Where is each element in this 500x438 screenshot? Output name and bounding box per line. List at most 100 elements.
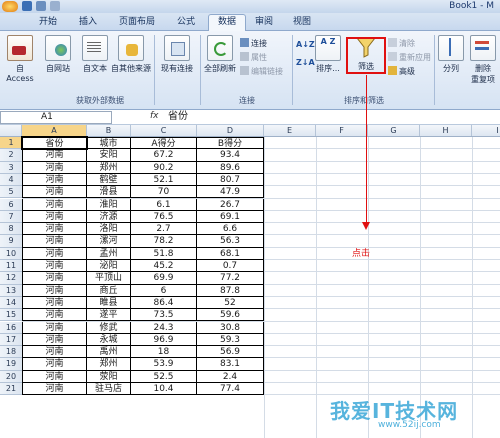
worksheet-grid[interactable]: A B C D E F G H I 1 2 3 4 5 6 7 8 9 10 11 12 13 14 15 1… xyxy=(0,125,500,438)
table-cell[interactable]: 河南 xyxy=(22,247,87,260)
table-cell[interactable]: 47.9 xyxy=(197,186,264,199)
table-cell[interactable]: 45.2 xyxy=(131,260,197,273)
row-header[interactable]: 9 xyxy=(0,235,22,248)
table-cell[interactable]: 51.8 xyxy=(131,247,197,260)
table-cell[interactable]: 69.9 xyxy=(131,272,197,285)
name-box[interactable]: A1 xyxy=(0,111,112,124)
column-header-h[interactable]: H xyxy=(420,125,472,136)
text-to-columns-button[interactable]: 分列 xyxy=(436,35,466,74)
table-cell[interactable]: 淮阳 xyxy=(87,198,131,211)
select-all-corner[interactable] xyxy=(0,125,22,136)
column-header-f[interactable]: F xyxy=(316,125,368,136)
advanced-filter-button[interactable]: 高级 xyxy=(388,66,415,78)
row-header[interactable]: 17 xyxy=(0,333,22,347)
table-cell[interactable]: 26.7 xyxy=(197,198,264,211)
table-cell[interactable]: 80.7 xyxy=(197,173,264,187)
table-cell[interactable]: 83.1 xyxy=(197,358,264,371)
column-header-i[interactable]: I xyxy=(472,125,500,136)
tab-review[interactable]: 审阅 xyxy=(246,15,282,29)
header-cell[interactable]: A得分 xyxy=(131,137,197,150)
table-cell[interactable]: 河南 xyxy=(22,284,87,297)
table-cell[interactable]: 2.4 xyxy=(197,370,264,383)
tab-view[interactable]: 视图 xyxy=(284,15,320,29)
table-cell[interactable]: 滑县 xyxy=(87,186,131,199)
column-header-c[interactable]: C xyxy=(131,125,197,136)
row-header[interactable]: 15 xyxy=(0,309,22,322)
table-cell[interactable]: 漯河 xyxy=(87,235,131,248)
table-cell[interactable]: 52.5 xyxy=(131,370,197,383)
reapply-button[interactable]: 重新应用 xyxy=(388,52,431,64)
column-header-b[interactable]: B xyxy=(87,125,131,136)
tab-home[interactable]: 开始 xyxy=(28,15,68,29)
tab-data[interactable]: 数据 xyxy=(208,14,246,31)
table-cell[interactable]: 孟州 xyxy=(87,247,131,260)
edit-links-button[interactable]: 编辑链接 xyxy=(240,66,283,78)
table-cell[interactable]: 河南 xyxy=(22,235,87,248)
row-header[interactable]: 7 xyxy=(0,210,22,224)
table-cell[interactable]: 73.5 xyxy=(131,309,197,322)
table-cell[interactable]: 河南 xyxy=(22,321,87,334)
table-cell[interactable]: 河南 xyxy=(22,161,87,174)
table-cell[interactable]: 修武 xyxy=(87,321,131,334)
table-cell[interactable]: 2.7 xyxy=(131,223,197,236)
from-web-button[interactable]: 自网站 xyxy=(40,35,76,74)
remove-duplicates-button[interactable]: 删除 重复项 xyxy=(466,35,500,85)
table-cell[interactable]: 郑州 xyxy=(87,358,131,371)
column-header-e[interactable]: E xyxy=(264,125,316,136)
table-cell[interactable]: 河南 xyxy=(22,260,87,273)
table-cell[interactable]: 河南 xyxy=(22,333,87,347)
fx-icon[interactable]: fx xyxy=(150,111,159,121)
table-cell[interactable]: 郑州 xyxy=(87,161,131,174)
refresh-all-button[interactable]: 全部刷新 xyxy=(202,35,238,74)
row-header[interactable]: 19 xyxy=(0,358,22,371)
table-cell[interactable]: 驻马店 xyxy=(87,383,131,396)
table-cell[interactable]: 52 xyxy=(197,296,264,310)
properties-button[interactable]: 属性 xyxy=(240,52,267,64)
connections-button[interactable]: 连接 xyxy=(240,38,267,50)
row-header[interactable]: 10 xyxy=(0,247,22,260)
sort-button[interactable]: A Z 排序... xyxy=(314,35,342,74)
tab-formulas[interactable]: 公式 xyxy=(166,15,206,29)
table-cell[interactable]: 30.8 xyxy=(197,321,264,334)
table-cell[interactable]: 济源 xyxy=(87,210,131,224)
row-header[interactable]: 1 xyxy=(0,137,22,150)
table-cell[interactable]: 河南 xyxy=(22,223,87,236)
table-cell[interactable]: 河南 xyxy=(22,198,87,211)
table-cell[interactable]: 河南 xyxy=(22,173,87,187)
table-cell[interactable]: 商丘 xyxy=(87,284,131,297)
table-cell[interactable]: 鹤壁 xyxy=(87,173,131,187)
clear-button[interactable]: 清除 xyxy=(388,38,415,50)
formula-input[interactable]: 省份 xyxy=(168,110,188,124)
table-cell[interactable]: 90.2 xyxy=(131,161,197,174)
table-cell[interactable]: 93.4 xyxy=(197,149,264,162)
column-header-d[interactable]: D xyxy=(197,125,264,136)
row-header[interactable]: 18 xyxy=(0,346,22,359)
row-header[interactable]: 13 xyxy=(0,284,22,297)
table-cell[interactable]: 河南 xyxy=(22,149,87,162)
redo-icon[interactable] xyxy=(50,1,60,11)
table-cell[interactable]: 10.4 xyxy=(131,383,197,396)
sort-za-button[interactable]: Z↓A xyxy=(296,57,315,69)
table-cell[interactable]: 56.3 xyxy=(197,235,264,248)
table-cell[interactable]: 禹州 xyxy=(87,346,131,359)
row-header[interactable]: 11 xyxy=(0,260,22,273)
row-header[interactable]: 8 xyxy=(0,223,22,236)
row-header[interactable]: 12 xyxy=(0,272,22,285)
table-cell[interactable]: 河南 xyxy=(22,186,87,199)
table-cell[interactable]: 6.6 xyxy=(197,223,264,236)
undo-icon[interactable] xyxy=(36,1,46,11)
table-cell[interactable]: 河南 xyxy=(22,346,87,359)
row-header[interactable]: 21 xyxy=(0,383,22,396)
table-cell[interactable]: 56.9 xyxy=(197,346,264,359)
table-cell[interactable]: 平顶山 xyxy=(87,272,131,285)
row-header[interactable]: 14 xyxy=(0,296,22,310)
table-cell[interactable]: 59.3 xyxy=(197,333,264,347)
table-cell[interactable]: 泌阳 xyxy=(87,260,131,273)
table-cell[interactable]: 河南 xyxy=(22,296,87,310)
from-other-sources-button[interactable]: 自其他来源 xyxy=(110,35,152,74)
table-cell[interactable]: 59.6 xyxy=(197,309,264,322)
table-cell[interactable]: 77.4 xyxy=(197,383,264,396)
tab-insert[interactable]: 插入 xyxy=(68,15,108,29)
table-cell[interactable]: 永城 xyxy=(87,333,131,347)
tab-page-layout[interactable]: 页面布局 xyxy=(108,15,166,29)
